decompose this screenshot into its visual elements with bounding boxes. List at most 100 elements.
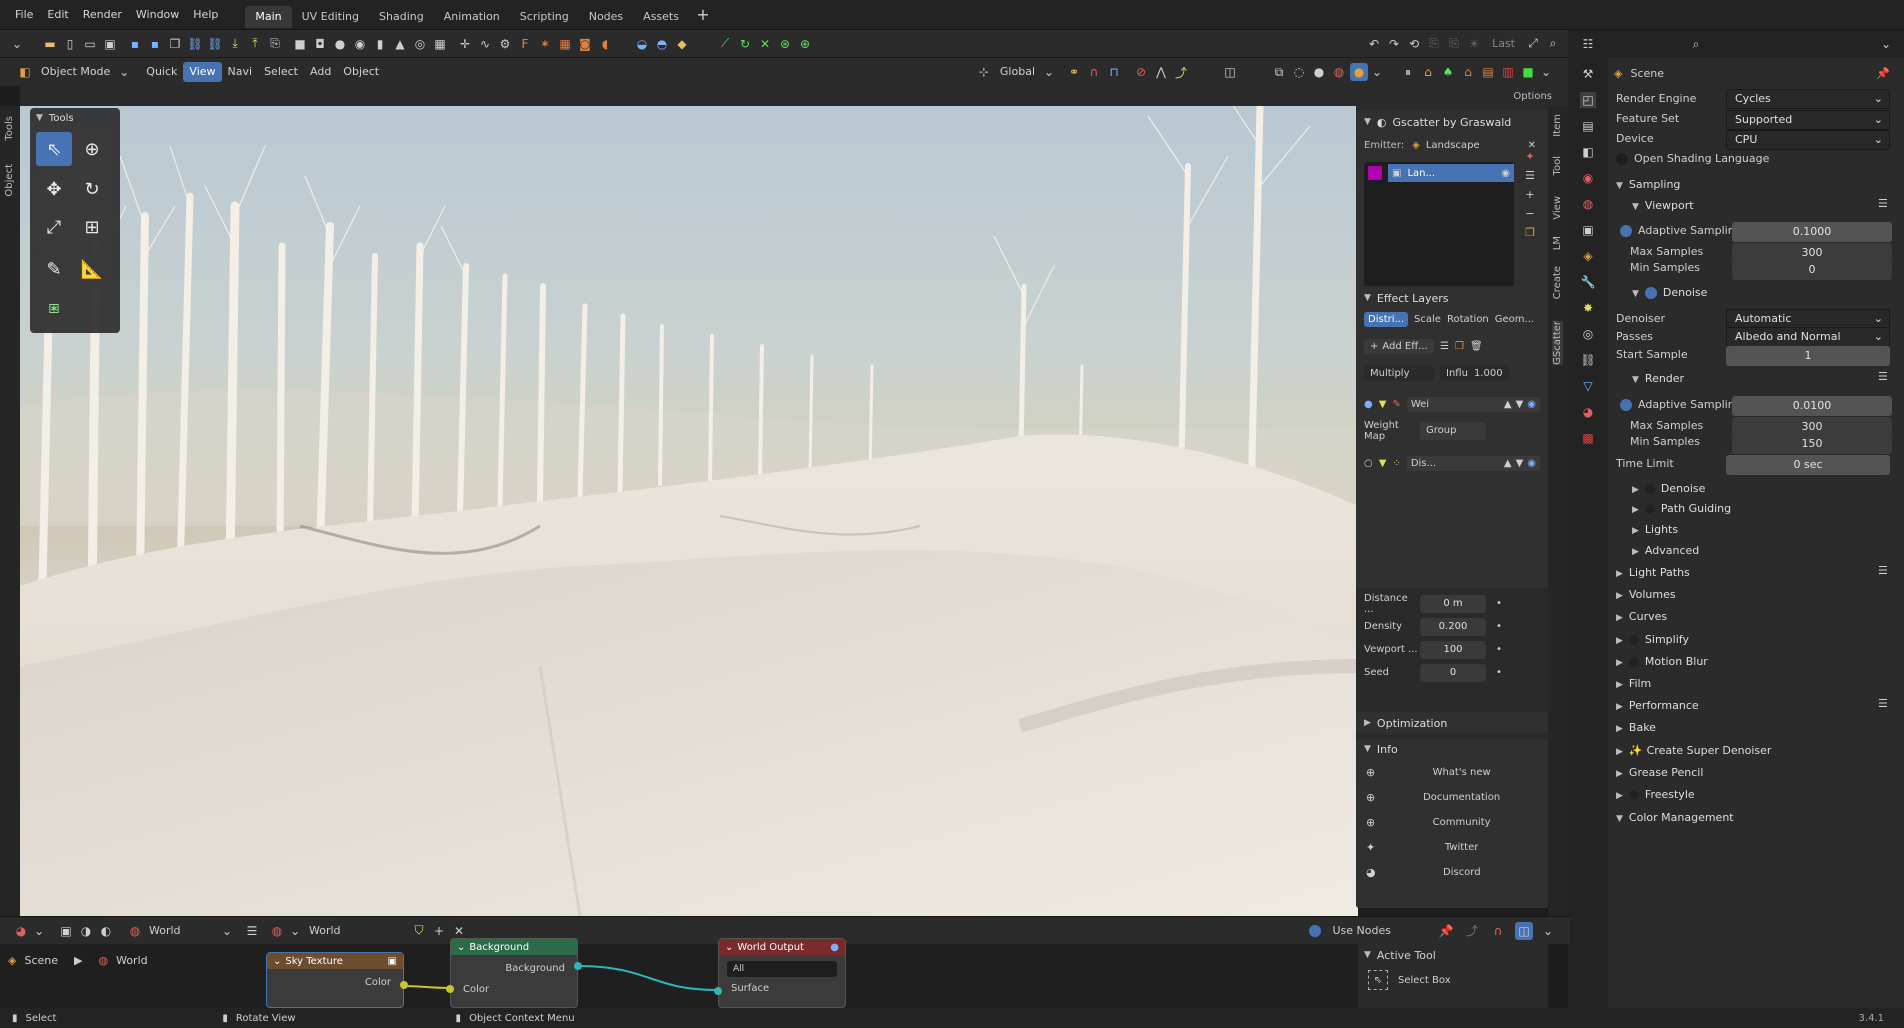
outliner-icon[interactable]: ☷ xyxy=(1580,36,1596,52)
origin-icon[interactable]: ⊕ xyxy=(796,35,814,53)
header-add[interactable]: Add xyxy=(304,62,337,82)
chevron-down-icon[interactable]: ⌄ xyxy=(116,64,132,80)
r-adaptive-threshold-field[interactable]: 0.0100 xyxy=(1732,396,1892,416)
tab-object[interactable]: Object xyxy=(4,164,15,197)
material-shading-icon[interactable]: ◍ xyxy=(1330,63,1348,81)
add-workspace-icon[interactable]: + xyxy=(695,5,711,24)
menu-file[interactable]: File xyxy=(8,0,40,30)
cursor-tool[interactable]: ⊕ xyxy=(74,132,110,166)
section-bake[interactable]: ▶ Bake xyxy=(1616,721,1656,734)
eye-icon[interactable]: ◉ xyxy=(1501,168,1510,179)
sampling-section[interactable]: ▼ Sampling xyxy=(1616,178,1680,191)
tab-lm[interactable]: LM xyxy=(1552,236,1563,250)
influence-field[interactable]: Influ 1.000 xyxy=(1440,366,1509,381)
save-as-icon[interactable]: ▪ xyxy=(146,35,164,53)
output-socket[interactable] xyxy=(574,962,582,970)
list-icon[interactable]: ☰ xyxy=(1878,564,1888,577)
collapse-triangle-icon[interactable]: ▼ xyxy=(36,113,43,123)
xray-icon[interactable]: ⧉ xyxy=(1270,63,1288,81)
append-icon[interactable]: ⛓ xyxy=(206,35,224,53)
constraints-icon[interactable]: ⛓ xyxy=(1580,352,1596,368)
chevron-down-icon[interactable]: ⌄ xyxy=(287,923,303,939)
snap-target-icon[interactable]: ⊓ xyxy=(1105,63,1123,81)
home-icon[interactable]: ⌂ xyxy=(1419,63,1437,81)
material-icon[interactable]: ◕ xyxy=(1580,404,1596,420)
select-box-tool[interactable]: ⇖ xyxy=(36,132,72,166)
header-object[interactable]: Object xyxy=(337,62,385,82)
annotate-tool[interactable]: ✎ xyxy=(36,252,72,286)
camera-icon[interactable]: ◙ xyxy=(576,35,594,53)
scene-icon[interactable]: ◉ xyxy=(1580,170,1596,186)
section-color-management[interactable]: ▼ Color Management xyxy=(1616,811,1734,824)
section-motion-blur[interactable]: ▶ Motion Blur xyxy=(1616,655,1708,668)
transform-icon[interactable]: ✕ xyxy=(756,35,774,53)
empty-icon[interactable]: ✛ xyxy=(456,35,474,53)
building-icon[interactable]: ▤ xyxy=(1479,63,1497,81)
falloff-icon[interactable]: ⋀ xyxy=(1152,63,1170,81)
view-layer-icon[interactable]: ◧ xyxy=(1580,144,1596,160)
last-label[interactable]: Last xyxy=(1492,37,1515,50)
section-grease-pencil[interactable]: ▶ Grease Pencil xyxy=(1616,766,1703,779)
history-icon[interactable]: ⟲ xyxy=(1405,35,1423,53)
force-field-icon[interactable]: ◓ xyxy=(653,35,671,53)
image-icon[interactable]: ▣ xyxy=(388,956,397,967)
scale-tool[interactable]: ⤢ xyxy=(36,210,72,244)
3d-viewport[interactable] xyxy=(20,106,1358,916)
tab-create[interactable]: Create xyxy=(1552,266,1563,299)
collapse-arrow-icon[interactable]: ⌄ xyxy=(457,942,465,953)
section-film[interactable]: ▶ Film xyxy=(1616,677,1651,690)
export-icon[interactable]: ⤒ xyxy=(246,35,264,53)
whats-new-link[interactable]: What's new xyxy=(1375,767,1548,778)
green-box-icon[interactable]: ■ xyxy=(1519,63,1537,81)
import-icon[interactable]: ⤓ xyxy=(226,35,244,53)
text-icon[interactable]: F xyxy=(516,35,534,53)
world-output-node[interactable]: ⌄ World Output ● All Surface xyxy=(714,938,846,1008)
param-field[interactable]: 0 m xyxy=(1420,594,1486,613)
armature-icon[interactable]: ✶ xyxy=(536,35,554,53)
section-create-super-denoiser[interactable]: ▶ ✨ Create Super Denoiser xyxy=(1616,744,1771,757)
emitter-value[interactable]: Landscape xyxy=(1426,140,1480,151)
search-icon[interactable]: ⌕ xyxy=(1688,36,1704,52)
snap-magnet-icon[interactable]: ∩ xyxy=(1085,63,1103,81)
r-min-samples-field[interactable]: 150 xyxy=(1732,434,1892,454)
list-icon[interactable]: ☰ xyxy=(1878,697,1888,710)
measure-tool[interactable]: 📐 xyxy=(74,252,110,286)
radio-icon[interactable]: ● xyxy=(1364,399,1373,410)
input-socket[interactable] xyxy=(714,987,722,995)
collapse-triangle-icon[interactable]: ▼ xyxy=(1364,117,1371,127)
radio-empty-icon[interactable]: ○ xyxy=(1364,458,1373,469)
keyframe-dot-icon[interactable]: • xyxy=(1496,644,1502,655)
sphere-icon[interactable]: ● xyxy=(331,35,349,53)
node-editor-canvas[interactable]: ◈ Scene ▶ ◍ World ⌄ Sky Texture ▣ Color … xyxy=(0,938,1358,1008)
redo-last-icon[interactable]: ⎘ xyxy=(1445,35,1463,53)
light-probe-icon[interactable]: ◒ xyxy=(633,35,651,53)
move-down-icon[interactable]: ▼ xyxy=(1516,399,1524,410)
tab-main[interactable]: Main xyxy=(245,5,292,28)
layer-color-swatch[interactable] xyxy=(1368,166,1382,180)
subsection-lights[interactable]: ▶ Lights xyxy=(1632,523,1678,536)
curve-icon[interactable]: ∿ xyxy=(476,35,494,53)
duplicate-icon[interactable]: ❐ xyxy=(1525,226,1535,239)
chevron-down-icon[interactable]: ⌄ xyxy=(1041,64,1057,80)
discord-link[interactable]: Discord xyxy=(1376,867,1548,878)
tab-item[interactable]: Item xyxy=(1552,114,1563,137)
eye-icon[interactable]: ◉ xyxy=(1527,399,1536,410)
modifier-wrench-icon[interactable]: 🔧 xyxy=(1580,274,1596,290)
denoise-subsection[interactable]: ▼ Denoise xyxy=(1632,286,1707,299)
undo-icon[interactable]: ↶ xyxy=(1365,35,1383,53)
select-box-icon[interactable]: ⇖ xyxy=(1368,970,1388,990)
vp-adaptive-checkbox[interactable] xyxy=(1620,224,1632,237)
tab-tools[interactable]: Tools xyxy=(4,116,15,141)
denoise-checkbox[interactable] xyxy=(1644,287,1657,299)
expand-triangle-icon[interactable]: ▶ xyxy=(1364,718,1371,728)
list-icon[interactable]: ☰ xyxy=(1440,341,1449,352)
object-shader-icon[interactable]: ▣ xyxy=(57,922,75,940)
vp-adaptive-threshold-field[interactable]: 0.1000 xyxy=(1732,222,1892,242)
object-mode-dropdown[interactable]: Object Mode xyxy=(35,62,116,82)
gizmo-icon[interactable]: ⤴ xyxy=(1172,63,1190,81)
weight-map-field[interactable]: Group xyxy=(1420,422,1486,440)
screen-icon[interactable]: ⤢ xyxy=(1524,35,1542,53)
collapse-triangle-icon[interactable]: ▼ xyxy=(1364,744,1371,754)
optimization-panel[interactable]: ▶ Optimization xyxy=(1356,712,1548,734)
rendered-shading-icon[interactable]: ● xyxy=(1350,63,1368,81)
